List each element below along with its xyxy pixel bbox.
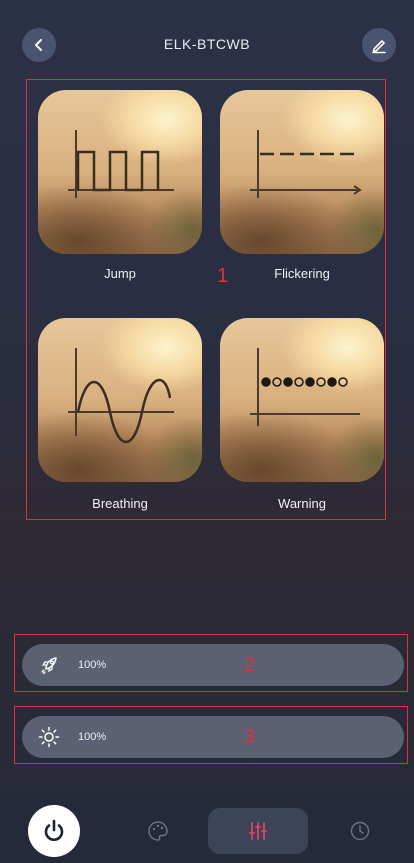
rocket-icon — [38, 654, 60, 676]
mode-label-breathing: Breathing — [92, 496, 148, 511]
annotation-number-3: 3 — [244, 726, 256, 748]
edit-button[interactable] — [362, 28, 396, 62]
mode-card-flickering[interactable] — [220, 90, 384, 254]
mode-card-warning[interactable] — [220, 318, 384, 482]
nav-tab-modes[interactable] — [240, 816, 276, 846]
jump-wave-icon — [68, 130, 174, 198]
brightness-value: 100% — [78, 731, 107, 743]
nav-tab-color[interactable] — [140, 816, 176, 846]
brightness-slider[interactable]: 100% — [22, 716, 404, 758]
mode-card-breathing[interactable] — [38, 318, 202, 482]
breathing-sine-icon — [68, 348, 174, 444]
flickering-dash-icon — [250, 130, 362, 198]
speed-value: 100% — [78, 659, 107, 671]
mode-label-flickering: Flickering — [274, 266, 330, 281]
clock-icon — [350, 821, 370, 841]
nav-tab-timer[interactable] — [342, 816, 378, 846]
palette-icon — [148, 821, 168, 841]
sun-icon — [38, 726, 60, 748]
mode-card-jump[interactable] — [38, 90, 202, 254]
speed-slider[interactable]: 100% — [22, 644, 404, 686]
annotation-number-2: 2 — [244, 654, 256, 676]
power-icon — [44, 819, 64, 841]
top-bar: ELK-BTCWB — [0, 0, 414, 82]
pencil-icon — [372, 40, 386, 54]
warning-dots-icon — [250, 348, 360, 426]
page-title: ELK-BTCWB — [163, 36, 251, 52]
sliders-icon — [249, 822, 267, 840]
mode-label-jump: Jump — [104, 266, 136, 281]
power-button[interactable] — [28, 805, 80, 857]
mode-label-warning: Warning — [278, 496, 326, 511]
